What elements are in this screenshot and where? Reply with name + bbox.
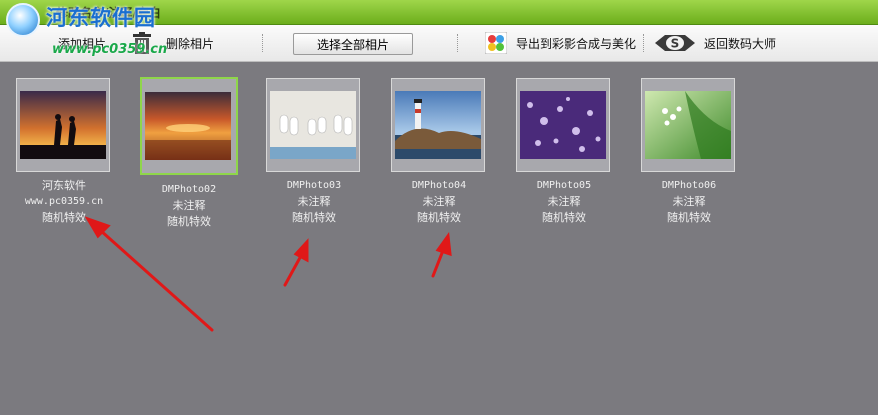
- delete-photo-label: 删除相片: [166, 36, 215, 51]
- back-label: 返回数码大师: [704, 36, 777, 51]
- toolbar-divider: [643, 34, 645, 52]
- photo-card[interactable]: 河东软件 www.pc0359.cn 随机特效: [16, 78, 114, 226]
- photo-card[interactable]: DMPhoto03 未注释 随机特效: [266, 78, 364, 226]
- back-to-master-button[interactable]: S 返回数码大师: [655, 25, 776, 61]
- photo-name: DMPhoto05: [536, 180, 592, 191]
- export-button[interactable]: 导出到彩影合成与美化: [484, 25, 637, 61]
- photo-effect: 随机特效: [542, 211, 586, 224]
- add-photo-label: 添加相片: [58, 36, 107, 51]
- toolbar: 添加相片 删除相片 选择全部相片 导出到彩影合成与美化 S 返回数码大师: [0, 25, 878, 62]
- title-bar: 修改名字/注释/旁白: [0, 0, 878, 25]
- select-all-photos-button[interactable]: 选择全部相片: [293, 33, 413, 55]
- photo-effect: 随机特效: [292, 211, 336, 224]
- photo-gallery: 河东软件 www.pc0359.cn 随机特效 DMPhoto02 未注释 随机…: [0, 62, 878, 415]
- toolbar-divider: [262, 34, 264, 52]
- photo-note: 未注释: [422, 195, 456, 208]
- photo-card[interactable]: DMPhoto02 未注释 随机特效: [140, 77, 239, 230]
- photo-image-beach-slippers: [270, 91, 356, 159]
- svg-text:S: S: [671, 37, 680, 51]
- photo-image-lily-of-the-valley: [645, 91, 731, 159]
- photo-caption: DMPhoto02 未注释 随机特效: [141, 182, 237, 230]
- window-title: 修改名字/注释/旁白: [56, 6, 161, 20]
- photo-thumbnail[interactable]: [391, 78, 485, 172]
- photo-effect: 随机特效: [42, 211, 86, 224]
- photo-note: 未注释: [172, 199, 206, 212]
- photo-caption: 河东软件 www.pc0359.cn 随机特效: [16, 178, 112, 226]
- photo-note: 未注释: [672, 195, 706, 208]
- photo-note: 未注释: [297, 195, 331, 208]
- photo-image-purple-blossoms: [520, 91, 606, 159]
- photo-thumbnail[interactable]: [266, 78, 360, 172]
- toolbar-divider: [457, 34, 459, 52]
- export-label: 导出到彩影合成与美化: [516, 36, 637, 51]
- photo-name: DMPhoto03: [286, 180, 342, 191]
- photo-effect: 随机特效: [417, 211, 461, 224]
- s-logo-icon: S: [655, 33, 695, 53]
- photo-note: 未注释: [547, 195, 581, 208]
- photo-caption: DMPhoto06 未注释 随机特效: [641, 178, 737, 226]
- photo-thumbnail[interactable]: [516, 78, 610, 172]
- photo-image-beach-sunset: [145, 92, 231, 160]
- photo-caption: DMPhoto03 未注释 随机特效: [266, 178, 362, 226]
- photo-thumbnail-selected[interactable]: [140, 77, 238, 175]
- photo-card[interactable]: DMPhoto04 未注释 随机特效: [391, 78, 489, 226]
- select-all-label: 选择全部相片: [316, 37, 389, 52]
- photo-name: DMPhoto06: [661, 180, 717, 191]
- photo-card[interactable]: DMPhoto06 未注释 随机特效: [641, 78, 739, 226]
- photo-name: DMPhoto02: [161, 184, 217, 195]
- photo-thumbnail[interactable]: [16, 78, 110, 172]
- photo-name: DMPhoto04: [411, 180, 467, 191]
- add-photo-button[interactable]: 添加相片: [58, 25, 106, 61]
- photo-caption: DMPhoto04 未注释 随机特效: [391, 178, 487, 226]
- photo-image-lighthouse: [395, 91, 481, 159]
- photo-name: 河东软件: [42, 179, 86, 192]
- photo-caption: DMPhoto05 未注释 随机特效: [516, 178, 612, 226]
- photo-note: www.pc0359.cn: [24, 196, 104, 207]
- photo-effect: 随机特效: [667, 211, 711, 224]
- colorful-grid-icon: [484, 31, 508, 55]
- delete-photo-button[interactable]: 删除相片: [130, 25, 214, 61]
- photo-thumbnail[interactable]: [641, 78, 735, 172]
- photo-card[interactable]: DMPhoto05 未注释 随机特效: [516, 78, 614, 226]
- photo-effect: 随机特效: [167, 215, 211, 228]
- trash-icon: [130, 31, 154, 55]
- photo-image-silhouette-sunset: [20, 91, 106, 159]
